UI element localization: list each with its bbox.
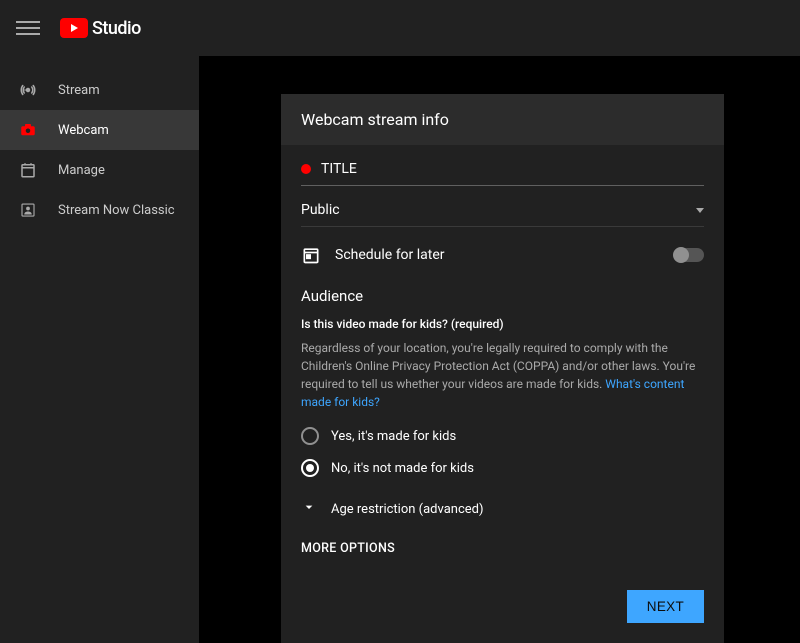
audience-heading: Audience bbox=[301, 287, 704, 305]
calendar-icon bbox=[18, 160, 38, 180]
radio-yes-kids[interactable]: Yes, it's made for kids bbox=[301, 427, 704, 445]
person-icon bbox=[18, 200, 38, 220]
radio-icon bbox=[301, 427, 319, 445]
sidebar-item-label: Stream bbox=[58, 83, 100, 98]
sidebar-item-label: Stream Now Classic bbox=[58, 203, 175, 218]
sidebar: Stream Webcam Manage Stream Now Classic bbox=[0, 56, 199, 643]
main-area: Webcam stream info Public Schedule for l… bbox=[199, 56, 800, 643]
sidebar-item-webcam[interactable]: Webcam bbox=[0, 110, 199, 150]
age-restriction-label: Age restriction (advanced) bbox=[331, 502, 484, 517]
webcam-stream-info-dialog: Webcam stream info Public Schedule for l… bbox=[281, 94, 724, 643]
dialog-title: Webcam stream info bbox=[281, 94, 724, 145]
chevron-down-icon bbox=[301, 499, 317, 519]
title-field-row bbox=[301, 161, 704, 186]
next-button[interactable]: NEXT bbox=[627, 590, 704, 623]
radio-label: Yes, it's made for kids bbox=[331, 429, 456, 444]
menu-icon[interactable] bbox=[16, 16, 40, 40]
live-dot-icon bbox=[301, 164, 311, 174]
radio-not-kids[interactable]: No, it's not made for kids bbox=[301, 459, 704, 477]
brand-text: Studio bbox=[92, 18, 141, 39]
schedule-toggle[interactable] bbox=[674, 248, 704, 262]
sidebar-item-label: Manage bbox=[58, 163, 105, 178]
app-header: Studio bbox=[0, 0, 800, 56]
chevron-down-icon bbox=[696, 208, 704, 213]
privacy-value: Public bbox=[301, 202, 340, 218]
youtube-play-icon bbox=[60, 18, 88, 38]
more-options-button[interactable]: MORE OPTIONS bbox=[301, 541, 704, 556]
age-restriction-expand[interactable]: Age restriction (advanced) bbox=[301, 499, 704, 519]
camera-icon bbox=[18, 120, 38, 140]
dialog-footer: NEXT bbox=[281, 576, 724, 643]
sidebar-item-label: Webcam bbox=[58, 123, 109, 138]
radio-checked-icon bbox=[301, 459, 319, 477]
schedule-row: Schedule for later bbox=[301, 245, 704, 265]
privacy-dropdown[interactable]: Public bbox=[301, 202, 704, 227]
coppa-description: Regardless of your location, you're lega… bbox=[301, 339, 704, 411]
stream-title-input[interactable] bbox=[321, 161, 704, 177]
schedule-label: Schedule for later bbox=[335, 247, 445, 263]
sidebar-item-stream[interactable]: Stream bbox=[0, 70, 199, 110]
sidebar-item-stream-now-classic[interactable]: Stream Now Classic bbox=[0, 190, 199, 230]
calendar-event-icon bbox=[301, 245, 321, 265]
youtube-studio-logo[interactable]: Studio bbox=[60, 18, 141, 39]
broadcast-icon bbox=[18, 80, 38, 100]
sidebar-item-manage[interactable]: Manage bbox=[0, 150, 199, 190]
kids-question: Is this video made for kids? (required) bbox=[301, 317, 704, 331]
radio-label: No, it's not made for kids bbox=[331, 461, 474, 476]
